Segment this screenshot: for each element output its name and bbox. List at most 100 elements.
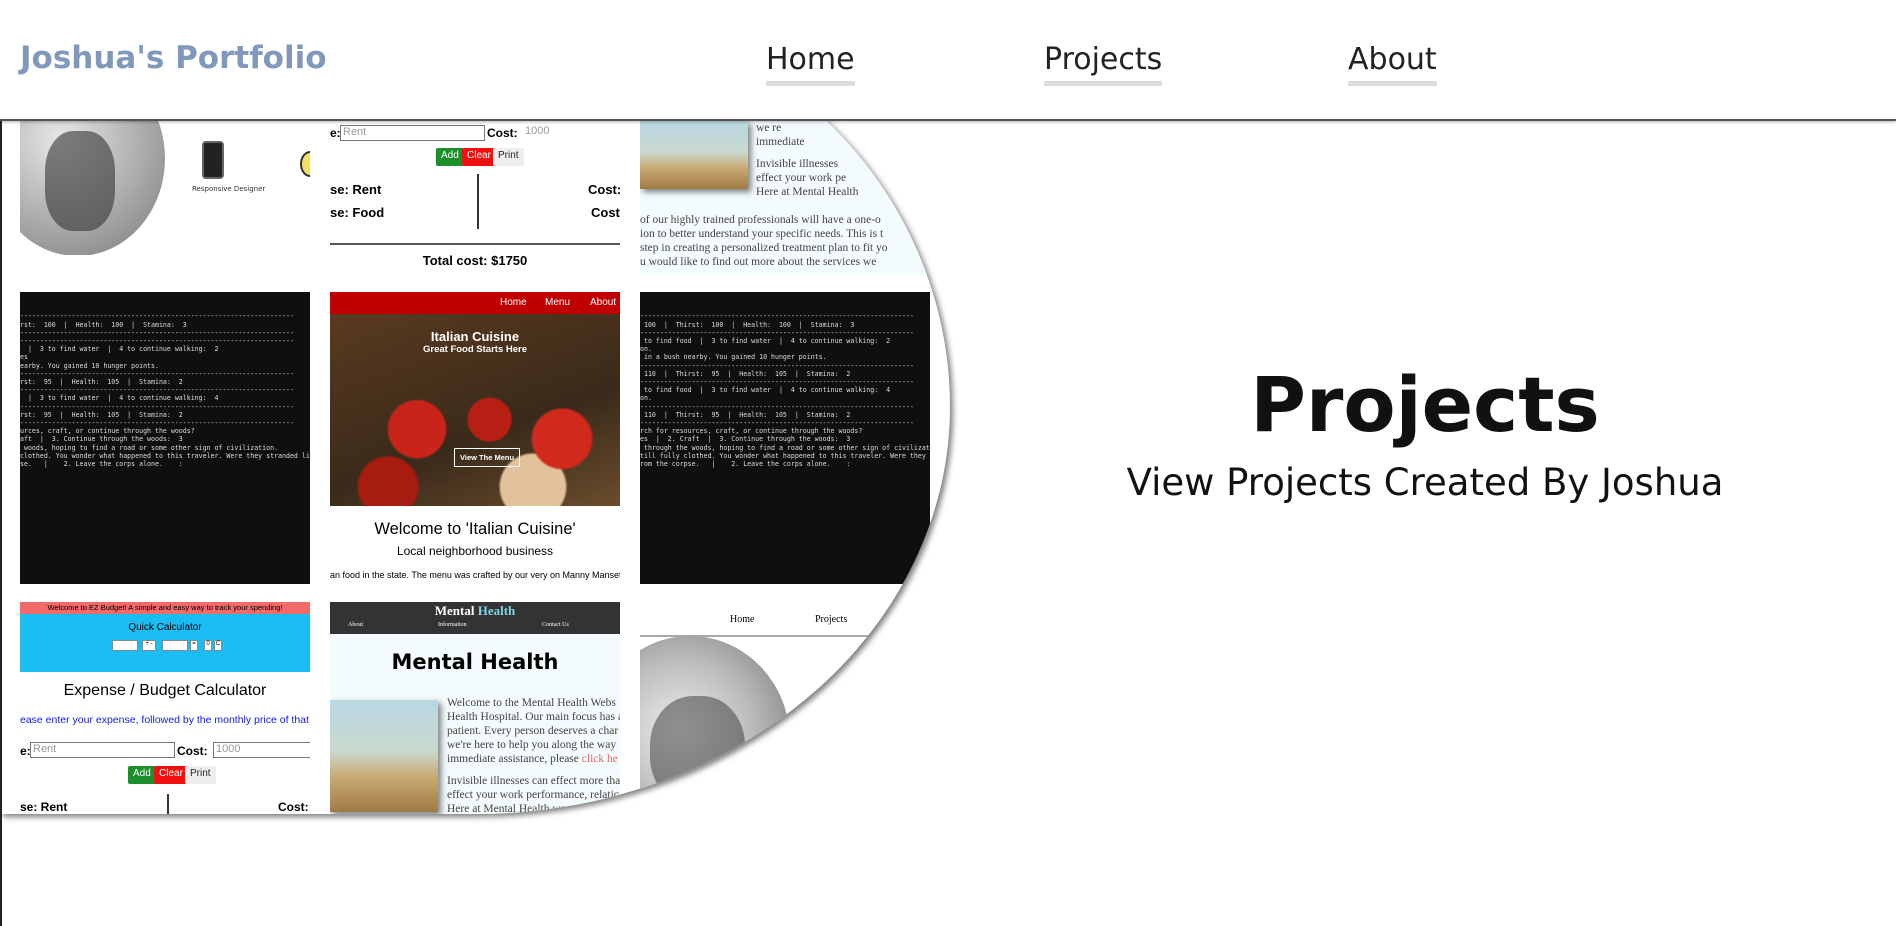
nav-link: Menu	[545, 297, 571, 308]
terminal-line: se. | 2. Leave the corps alone. :	[20, 460, 183, 469]
text-block: we re immediate Invisible illnesses effe…	[756, 122, 859, 198]
terminal-line: through the woods, hoping to find a road…	[640, 443, 930, 452]
terminal-line: rst: 95 | Health: 105 | Stamina: 2	[20, 378, 183, 387]
calculator-title: Expense / Budget Calculator	[63, 682, 267, 699]
text-block: of our highly trained professionals will…	[640, 214, 888, 268]
expense-item: se: Food	[330, 205, 385, 220]
terminal-line: ----------------------------------------…	[20, 312, 294, 321]
terminal-line: rch for resources, craft, or continue th…	[640, 427, 863, 436]
total-cost: Total cost: $1750	[422, 253, 528, 268]
quick-calc-inputs: + - = 0 C	[112, 640, 222, 652]
terminal-line: to find food | 3 to find water | 4 to co…	[640, 386, 891, 395]
terminal-line: aft | 3. Continue through the woods: 3	[20, 435, 183, 444]
terminal-line: ----------------------------------------…	[20, 402, 294, 411]
nav-about[interactable]: About	[1348, 42, 1437, 86]
terminal-line: ----------------------------------------…	[20, 369, 294, 378]
terminal-output: ----------------------------------------…	[640, 312, 930, 468]
project-thumb-survival-game[interactable]: ----------------------------------------…	[20, 292, 310, 584]
terminal-line: clothed. You wonder what happened to thi…	[20, 451, 310, 460]
terminal-line: rst: 100 | Health: 100 | Stamina: 3	[20, 320, 187, 329]
phone-icon	[202, 141, 224, 179]
terminal-line: ----------------------------------------…	[20, 337, 294, 346]
terminal-line: ----------------------------------------…	[20, 386, 294, 395]
terminal-line: till fully clothed. You wonder what happ…	[640, 451, 930, 460]
terminal-line: urces, craft, or continue through the wo…	[20, 427, 195, 436]
text-block: Welcome to the Mental Health Webs Health…	[447, 697, 620, 814]
page-subtitle: View Projects Created By Joshua	[1126, 461, 1724, 504]
terminal-line: rom the corpse. | 2. Leave the corps alo…	[640, 460, 851, 469]
project-thumb-portfolio[interactable]: Responsive Designer	[20, 121, 310, 255]
terminal-line: ----------------------------------------…	[640, 328, 914, 337]
terminal-line: to find food | 3 to find water | 4 to co…	[640, 337, 891, 346]
top-navbar: Joshua's Portfolio Home Projects About	[0, 0, 1896, 121]
lightbulb-icon	[300, 151, 310, 177]
avatar-image	[20, 121, 165, 255]
clear-button: Clear	[462, 148, 496, 166]
terminal-line: in a bush nearby. You gained 10 hunger p…	[640, 353, 827, 362]
site-body: Mental Health Welcome to the Mental Heal…	[330, 634, 620, 814]
terminal-line: earby. You gained 10 hunger points.	[20, 361, 159, 370]
terminal-line: | 3 to find water | 4 to continue walkin…	[20, 345, 219, 354]
cost-item: Cost:	[588, 182, 620, 197]
expense-input: Rent	[340, 125, 485, 141]
nav-link: Home	[730, 614, 755, 625]
terminal-line: ----------------------------------------…	[640, 361, 914, 370]
cost-label: Cost:	[487, 126, 518, 140]
nav-home[interactable]: Home	[766, 42, 855, 86]
description: an food in the state. The menu was craft…	[330, 570, 620, 580]
field-image	[640, 121, 748, 189]
site-header: Mental Health About Information Contact …	[330, 602, 620, 634]
page-left-edge	[0, 121, 2, 926]
site-title: Italian Cuisine	[430, 329, 520, 344]
nav-link: About	[348, 622, 363, 628]
site-heading: Mental Health	[391, 650, 559, 674]
expense-item: se: Rent	[20, 800, 68, 814]
projects-collage: Responsive Designer e: Rent Cost: 1000 A…	[0, 0, 950, 814]
terminal-line: rst: 95 | Health: 105 | Stamina: 2	[20, 410, 183, 419]
site-brand[interactable]: Joshua's Portfolio	[20, 40, 327, 76]
add-button: Add	[436, 148, 464, 166]
terminal-line: on.	[640, 394, 652, 403]
nav-projects[interactable]: Projects	[1044, 42, 1163, 86]
cost-item: Cost:	[591, 205, 620, 220]
print-button: Print	[185, 766, 216, 784]
add-button: Add	[128, 766, 156, 784]
terminal-line: ----------------------------------------…	[20, 328, 294, 337]
terminal-line: ----------------------------------------…	[640, 378, 914, 387]
cost-item: Cost:	[278, 800, 309, 814]
view-menu-button: View The Menu	[454, 448, 521, 467]
project-thumb-italian-cuisine[interactable]: Home Menu About Italian Cuisine Great Fo…	[330, 292, 620, 584]
field-image	[330, 700, 438, 812]
site-brand: Mental Health	[434, 603, 516, 618]
project-thumb-budget-calculator[interactable]: e: Rent Cost: 1000 Add Clear Print se: R…	[330, 121, 620, 275]
project-thumb-portfolio-2[interactable]: Home Projects	[640, 602, 930, 814]
terminal-line: ----------------------------------------…	[20, 419, 294, 428]
welcome-heading: Welcome to 'Italian Cuisine'	[374, 520, 576, 538]
divider	[477, 174, 479, 229]
site-nav: Home Menu About	[330, 292, 620, 314]
terminal-line: woods, hoping to find a road or some oth…	[20, 443, 279, 452]
terminal-line: 110 | Thirst: 95 | Health: 105 | Stamina…	[640, 410, 851, 419]
terminal-line: ----------------------------------------…	[640, 312, 914, 321]
page-title: Projects	[1250, 360, 1600, 449]
terminal-line: es | 2. Craft | 3. Continue through the …	[640, 435, 851, 444]
nav-link: Information	[438, 622, 467, 628]
terminal-line: ----------------------------------------…	[640, 419, 914, 428]
terminal-line: on.	[640, 345, 652, 354]
divider	[330, 243, 620, 245]
divider	[167, 794, 169, 814]
terminal-output: ----------------------------------------…	[20, 312, 310, 468]
cost-label: Cost:	[177, 744, 208, 758]
project-thumb-ez-budget[interactable]: Welcome to EZ Budget! A simple and easy …	[20, 602, 310, 814]
cost-input: 1000	[213, 742, 310, 758]
project-thumb-mental-health-2[interactable]: Mental Health About Information Contact …	[330, 602, 620, 814]
nav-link: About	[590, 297, 617, 308]
subheading: Local neighborhood business	[396, 544, 554, 558]
project-thumb-survival-game-2[interactable]: ----------------------------------------…	[640, 292, 930, 584]
nav-link: Home	[500, 297, 527, 308]
cost-input: 1000	[525, 125, 550, 137]
project-thumb-mental-health[interactable]: we re immediate Invisible illnesses effe…	[640, 121, 930, 275]
instructions: ease enter your expense, followed by the…	[20, 714, 310, 726]
clear-button: Clear	[154, 766, 188, 784]
terminal-line: | 3 to find water | 4 to continue walkin…	[20, 394, 219, 403]
